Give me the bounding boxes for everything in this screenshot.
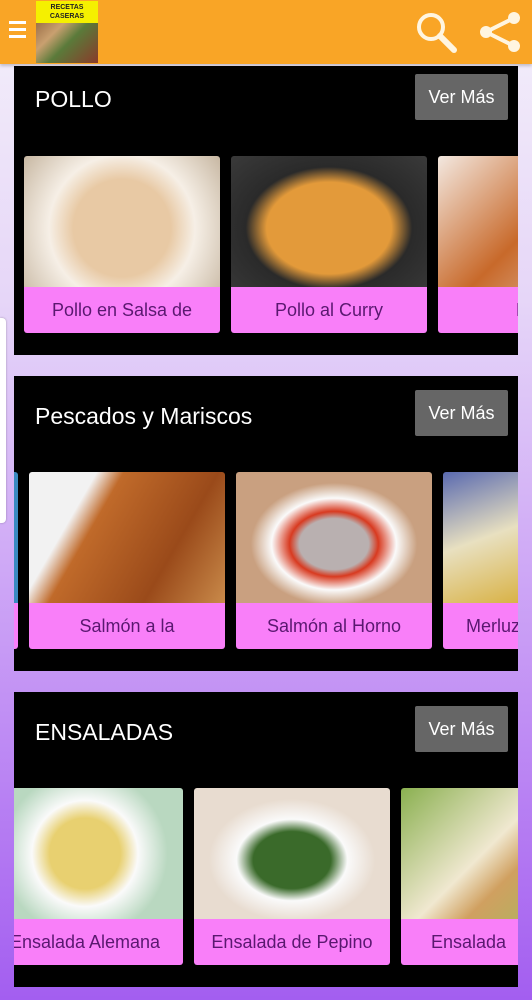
recipe-card[interactable]: Salmón a la xyxy=(29,472,225,649)
section-ensaladas: ENSALADAS Ver Más Ensalada Alemana Ensal… xyxy=(14,692,518,987)
share-icon[interactable] xyxy=(478,10,522,54)
recipe-card[interactable]: Ensalada xyxy=(401,788,518,965)
recipe-card[interactable]: Pollo al Curry xyxy=(231,156,427,333)
ver-mas-button[interactable]: Ver Más xyxy=(415,706,508,752)
section-title: POLLO xyxy=(35,86,112,112)
logo-text: RECETAS CASERAS xyxy=(36,1,98,23)
recipe-image xyxy=(236,472,432,603)
recipe-label xyxy=(14,603,18,649)
search-icon[interactable] xyxy=(414,10,458,54)
recipe-image xyxy=(194,788,390,919)
recipe-image xyxy=(14,788,183,919)
section-title: Pescados y Mariscos xyxy=(35,403,253,429)
ver-mas-button[interactable]: Ver Más xyxy=(415,74,508,120)
recipe-image xyxy=(401,788,518,919)
recipe-label: Salmón al Horno xyxy=(236,603,432,649)
recipe-image xyxy=(443,472,518,603)
recipe-label: Pollo xyxy=(438,287,518,333)
app-bar: RECETAS CASERAS xyxy=(0,0,532,64)
recipe-label: Pollo en Salsa de xyxy=(24,287,220,333)
recipe-label: Ensalada xyxy=(401,919,518,965)
section-title: ENSALADAS xyxy=(35,719,174,745)
app-logo: RECETAS CASERAS xyxy=(36,1,98,63)
recipe-card[interactable]: Merluza xyxy=(443,472,518,649)
recipe-image xyxy=(29,472,225,603)
recipe-image xyxy=(438,156,518,287)
recipe-label: Ensalada Alemana xyxy=(14,919,183,965)
side-drawer-handle[interactable] xyxy=(0,318,6,523)
section-pescados: Pescados y Mariscos Ver Más Salmón a la … xyxy=(14,376,518,671)
recipe-label: Ensalada de Pepino xyxy=(194,919,390,965)
menu-icon[interactable] xyxy=(9,21,26,43)
recipe-image xyxy=(24,156,220,287)
recipe-card[interactable]: Salmón al Horno xyxy=(236,472,432,649)
recipe-label: Merluza xyxy=(443,603,518,649)
recipe-image xyxy=(231,156,427,287)
recipe-label: Pollo al Curry xyxy=(231,287,427,333)
recipe-card[interactable]: Pollo en Salsa de xyxy=(24,156,220,333)
recipe-image xyxy=(14,472,18,603)
recipe-card[interactable]: Ensalada de Pepino xyxy=(194,788,390,965)
section-pollo: POLLO Ver Más Pollo en Salsa de Pollo al… xyxy=(14,66,518,355)
recipe-card[interactable] xyxy=(14,472,18,649)
recipe-card[interactable]: Pollo xyxy=(438,156,518,333)
recipe-label: Salmón a la xyxy=(29,603,225,649)
recipe-card[interactable]: Ensalada Alemana xyxy=(14,788,183,965)
ver-mas-button[interactable]: Ver Más xyxy=(415,390,508,436)
